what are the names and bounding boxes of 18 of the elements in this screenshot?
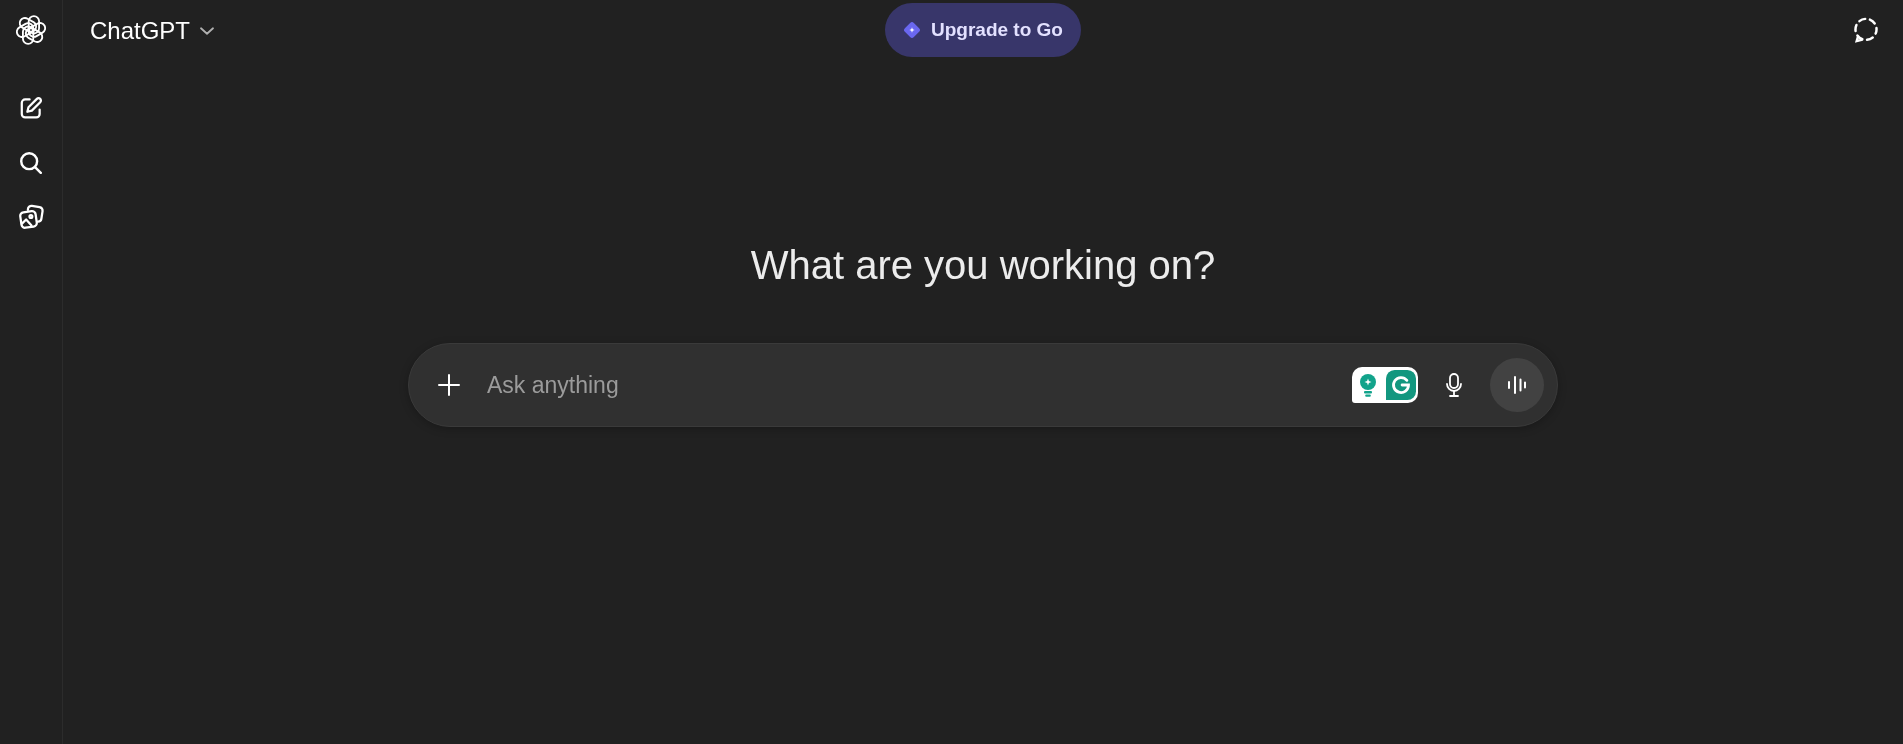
waveform-icon (1507, 376, 1527, 394)
composer-field[interactable]: Ask anything (408, 343, 1558, 427)
dashed-chat-bubble-icon[interactable] (1853, 17, 1879, 43)
plus-icon[interactable] (438, 374, 460, 396)
writing-assistant-widget[interactable] (1352, 367, 1418, 403)
lightbulb-icon (1358, 373, 1378, 397)
images-icon[interactable] (18, 204, 44, 229)
prompt-input[interactable]: Ask anything (487, 365, 1340, 405)
search-icon[interactable] (20, 152, 42, 174)
voice-mode-button[interactable] (1490, 358, 1544, 412)
microphone-icon[interactable] (1445, 373, 1463, 397)
logo-icon[interactable] (16, 15, 46, 45)
edit-icon[interactable] (20, 97, 42, 119)
g-logo-icon (1386, 370, 1416, 400)
upgrade-button[interactable]: Upgrade to Go (885, 3, 1081, 57)
heading: What are you working on? (750, 242, 1216, 289)
chevron-down-icon (200, 27, 215, 35)
model-selector[interactable]: ChatGPT (90, 16, 215, 46)
